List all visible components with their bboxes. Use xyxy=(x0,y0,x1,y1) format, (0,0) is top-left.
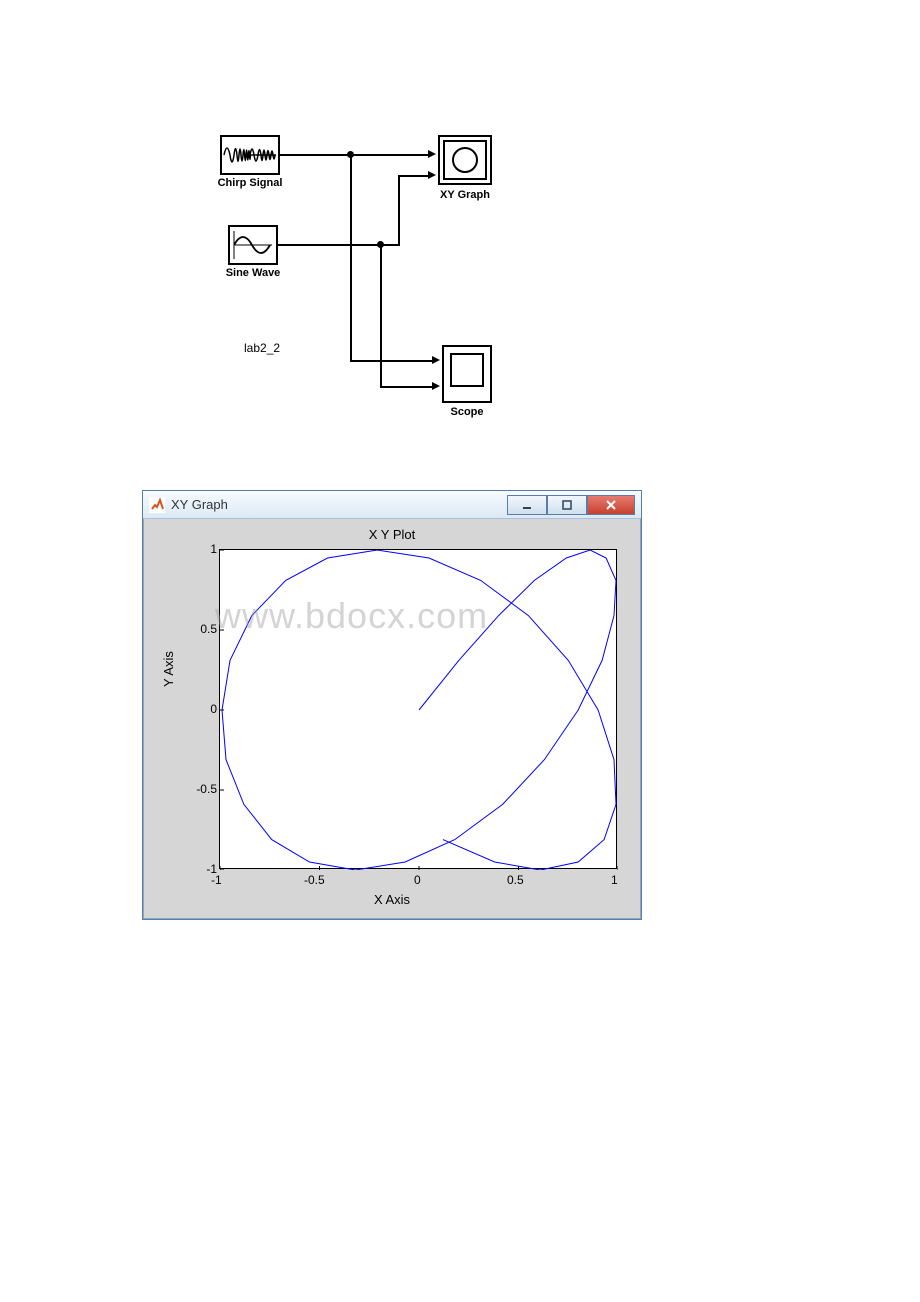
minimize-icon xyxy=(522,500,532,510)
arrowhead-icon xyxy=(428,171,436,179)
xtick: -0.5 xyxy=(304,873,325,887)
watermark-text: www.bdocx.com xyxy=(215,595,488,637)
wire xyxy=(380,386,434,388)
model-name-label: lab2_2 xyxy=(244,341,280,355)
chirp-signal-icon xyxy=(222,137,278,173)
maximize-icon xyxy=(562,500,572,510)
close-button[interactable] xyxy=(587,495,635,515)
ytick: 0 xyxy=(203,702,217,716)
wire xyxy=(350,154,352,360)
simulink-model: Chirp Signal Sine Wave lab2_2 XY Graph S… xyxy=(220,135,540,455)
xy-graph-window: XY Graph X Y Plot xyxy=(142,490,642,920)
xy-graph-block[interactable] xyxy=(438,135,492,185)
arrowhead-icon xyxy=(428,150,436,158)
wire-junction-icon xyxy=(377,241,384,248)
minimize-button[interactable] xyxy=(507,495,547,515)
xy-graph-icon xyxy=(450,145,480,175)
ytick: 1 xyxy=(203,542,217,556)
matlab-icon xyxy=(149,497,165,513)
scope-label: Scope xyxy=(440,406,494,418)
arrowhead-icon xyxy=(432,382,440,390)
y-axis-label: Y Axis xyxy=(161,651,176,687)
xtick: -1 xyxy=(211,873,222,887)
xtick: 0.5 xyxy=(507,873,524,887)
chirp-signal-block[interactable] xyxy=(220,135,280,175)
close-icon xyxy=(605,500,617,510)
wire xyxy=(398,175,400,246)
chirp-signal-label: Chirp Signal xyxy=(212,177,288,189)
sine-wave-label: Sine Wave xyxy=(220,267,286,279)
wire xyxy=(380,244,382,386)
ytick: 0.5 xyxy=(189,622,217,636)
arrowhead-icon xyxy=(432,356,440,364)
wire xyxy=(280,154,430,156)
xy-graph-label: XY Graph xyxy=(428,189,502,201)
maximize-button[interactable] xyxy=(547,495,587,515)
plot-title: X Y Plot xyxy=(157,527,627,542)
xtick: 0 xyxy=(414,873,421,887)
scope-block[interactable] xyxy=(442,345,492,403)
scope-screen-icon xyxy=(450,353,484,387)
wire-junction-icon xyxy=(347,151,354,158)
window-titlebar[interactable]: XY Graph xyxy=(143,491,641,519)
xtick: 1 xyxy=(611,873,618,887)
x-axis-label: X Axis xyxy=(157,892,627,907)
sine-wave-icon xyxy=(230,227,276,263)
wire xyxy=(398,175,430,177)
wire xyxy=(350,360,434,362)
ytick: -0.5 xyxy=(187,782,217,796)
window-title: XY Graph xyxy=(171,497,228,512)
sine-wave-block[interactable] xyxy=(228,225,278,265)
plot-panel: X Y Plot 1 0.5 xyxy=(157,527,627,905)
